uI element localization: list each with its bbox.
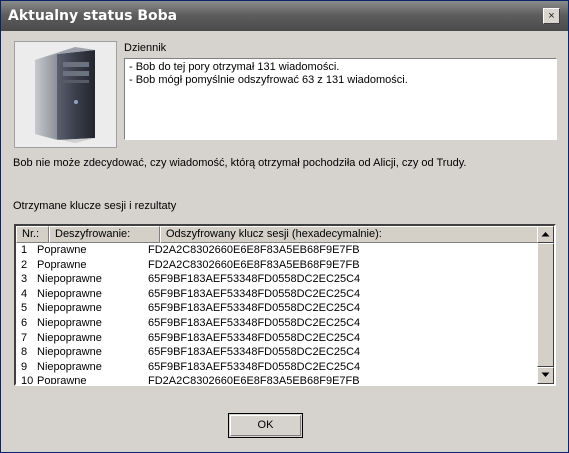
column-header-session-key[interactable]: Odszyfrowany klucz sesji (hexadecymalnie… <box>160 226 539 243</box>
ok-button[interactable]: OK <box>228 413 303 438</box>
log-line: - Bob do tej pory otrzymał 131 wiadomośc… <box>129 61 340 73</box>
keys-section-label: Otrzymane klucze sesji i rezultaty <box>13 200 177 212</box>
list-row[interactable]: 5 Niepoprawne 65F9BF183AEF53348FD0558DC2EC… <box>16 301 539 316</box>
status-message: Bob nie może zdecydować, czy wiadomość, … <box>13 157 467 169</box>
scroll-down-button[interactable] <box>537 367 554 384</box>
close-icon: × <box>548 10 555 22</box>
window-title: Aktualny status Boba <box>8 8 178 24</box>
session-keys-list[interactable]: Nr.: Deszyfrowanie: Odszyfrowany klucz s… <box>14 224 556 386</box>
scrollbar-thumb[interactable] <box>537 243 554 367</box>
list-row[interactable]: 9 Niepoprawne 65F9BF183AEF53348FD0558DC2EC… <box>16 360 539 375</box>
list-row[interactable]: 10 Poprawne FD2A2C8302660E6E8F83A5EB68F9E7… <box>16 374 539 384</box>
list-row[interactable]: 8 Niepoprawne 65F9BF183AEF53348FD0558DC2EC… <box>16 345 539 360</box>
column-header-nr[interactable]: Nr.: <box>16 226 49 243</box>
list-header: Nr.: Deszyfrowanie: Odszyfrowany klucz s… <box>16 226 539 243</box>
list-row[interactable]: 4 Niepoprawne 65F9BF183AEF53348FD0558DC2EC… <box>16 287 539 302</box>
scroll-up-arrow-icon <box>541 232 550 237</box>
column-header-decryption[interactable]: Deszyfrowanie: <box>49 226 160 243</box>
log-line: - Bob mógł pomyślnie odszyfrować 63 z 13… <box>129 74 408 86</box>
list-row[interactable]: 1 Poprawne FD2A2C8302660E6E8F83A5EB68F9E7F… <box>16 243 539 258</box>
scroll-down-arrow-icon <box>541 372 550 377</box>
status-dialog: Aktualny status Boba × Dziennik - Bob do… <box>0 0 569 453</box>
log-label: Dziennik <box>124 42 167 54</box>
title-bar[interactable]: Aktualny status Boba × <box>1 1 568 31</box>
list-rows: 1 Poprawne FD2A2C8302660E6E8F83A5EB68F9E7F… <box>16 243 539 384</box>
vertical-scrollbar[interactable] <box>537 226 554 384</box>
list-row[interactable]: 6 Niepoprawne 65F9BF183AEF53348FD0558DC2EC… <box>16 316 539 331</box>
scroll-up-button[interactable] <box>537 226 554 243</box>
log-textbox[interactable]: - Bob do tej pory otrzymał 131 wiadomośc… <box>124 58 557 140</box>
list-row[interactable]: 3 Niepoprawne 65F9BF183AEF53348FD0558DC2EC… <box>16 272 539 287</box>
list-row[interactable]: 7 Niepoprawne 65F9BF183AEF53348FD0558DC2EC… <box>16 331 539 346</box>
ok-button-label: OK <box>257 419 274 431</box>
computer-tower-icon <box>14 41 117 148</box>
dialog-body: Dziennik - Bob do tej pory otrzymał 131 … <box>1 31 568 452</box>
list-row[interactable]: 2 Poprawne FD2A2C8302660E6E8F83A5EB68F9E7F… <box>16 258 539 273</box>
close-button[interactable]: × <box>543 8 560 24</box>
